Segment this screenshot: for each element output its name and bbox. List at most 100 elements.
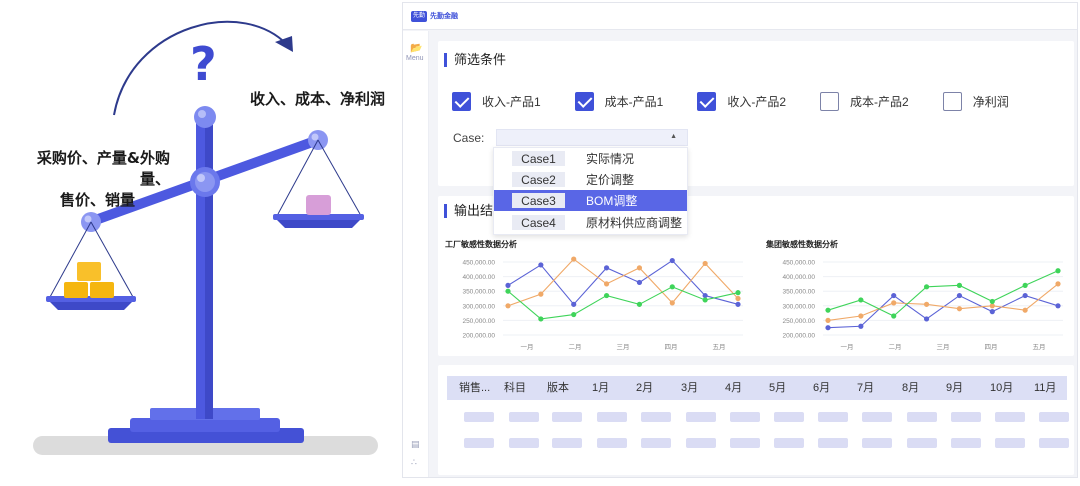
- table-cell-placeholder: [995, 412, 1025, 422]
- data-point: [989, 298, 995, 305]
- dropdown-option-case4[interactable]: Case4 原材料供应商调整: [494, 212, 687, 233]
- table-cell-placeholder: [686, 438, 716, 448]
- checkbox-checked-icon[interactable]: [574, 91, 594, 111]
- checkbox-revenue-product1[interactable]: 收入-产品1: [452, 91, 541, 111]
- column-header[interactable]: 8月: [902, 376, 919, 400]
- hierarchy-icon[interactable]: ∴: [411, 457, 417, 468]
- data-point: [891, 300, 897, 306]
- data-point: [825, 307, 831, 313]
- x-tick-label: 三月: [937, 343, 950, 351]
- sidebar: 📂 Menu ▤ ∴: [403, 31, 429, 477]
- y-tick-label: 250,000.00: [462, 318, 495, 325]
- table-cell-placeholder: [818, 438, 848, 448]
- data-point: [858, 297, 864, 303]
- data-point: [636, 265, 643, 271]
- data-point: [669, 257, 675, 264]
- option-code: Case3: [512, 193, 565, 208]
- dropdown-option-case3[interactable]: Case3 BOM调整: [494, 190, 687, 211]
- column-header[interactable]: 版本: [547, 376, 569, 400]
- data-point: [1055, 281, 1061, 287]
- data-point: [571, 311, 577, 318]
- data-point: [538, 316, 544, 322]
- table-cell-placeholder: [597, 438, 627, 448]
- checkbox-revenue-product2[interactable]: 收入-产品2: [697, 91, 786, 111]
- option-name: 原材料供应商调整: [586, 216, 683, 230]
- table-cell-placeholder: [862, 438, 892, 448]
- y-tick-label: 300,000.00: [782, 303, 815, 310]
- chart-title-group: 集团敏感性数据分析: [766, 240, 838, 249]
- table-cell-placeholder: [951, 412, 981, 422]
- table-cell-placeholder: [641, 412, 671, 422]
- data-point: [636, 279, 643, 286]
- option-code: Case4: [512, 215, 565, 230]
- column-header[interactable]: 4月: [725, 376, 742, 400]
- input-variables-line2: 售价、销量: [59, 191, 135, 209]
- checkbox-cost-product1[interactable]: 成本-产品1: [574, 91, 663, 111]
- data-point: [956, 282, 963, 288]
- folder-icon[interactable]: 📂: [410, 43, 422, 54]
- checkbox-cost-product2[interactable]: 成本-产品2: [820, 91, 909, 111]
- table-cell-placeholder: [509, 412, 539, 422]
- case-select[interactable]: ▲: [496, 129, 688, 146]
- data-point: [858, 323, 864, 329]
- data-point: [1055, 303, 1061, 309]
- checkbox-label: 收入-产品1: [482, 94, 541, 109]
- checkbox-label: 成本-产品2: [850, 94, 909, 109]
- x-tick-label: 五月: [1033, 343, 1046, 351]
- data-point: [923, 284, 930, 290]
- data-point: [505, 282, 511, 288]
- checkbox-net-profit[interactable]: 净利润: [942, 91, 1009, 111]
- top-bar: 先勤 先勤金融: [403, 3, 1077, 30]
- chart-factory: 450,000.00 400,000.00 350,000.00 300,000.00…: [462, 256, 743, 351]
- checkbox-checked-icon[interactable]: [697, 91, 717, 111]
- table-cell-placeholder: [818, 412, 848, 422]
- checkbox-label: 收入-产品2: [727, 94, 787, 109]
- y-tick-label: 350,000.00: [462, 289, 495, 296]
- column-header[interactable]: 10月: [990, 376, 1013, 400]
- table-cell-placeholder: [730, 438, 760, 448]
- column-header[interactable]: 5月: [769, 376, 786, 400]
- filter-title: 筛选条件: [444, 53, 506, 67]
- column-header[interactable]: 1月: [592, 376, 609, 400]
- data-point: [538, 291, 544, 297]
- checkbox-checked-icon[interactable]: [452, 91, 471, 111]
- data-point: [1022, 282, 1028, 288]
- document-icon[interactable]: ▤: [411, 439, 420, 450]
- data-point: [603, 265, 610, 271]
- caret-up-icon[interactable]: ▲: [670, 133, 677, 140]
- table-cell-placeholder: [464, 412, 494, 422]
- data-point: [735, 301, 741, 307]
- dropdown-option-case2[interactable]: Case2 定价调整: [494, 169, 687, 190]
- column-header[interactable]: 9月: [946, 376, 963, 400]
- y-tick-label: 400,000.00: [782, 274, 815, 281]
- checkbox-unchecked-icon[interactable]: [942, 91, 962, 111]
- question-mark: ?: [190, 37, 217, 91]
- y-tick-label: 400,000.00: [462, 274, 495, 281]
- data-point: [603, 281, 610, 287]
- column-header[interactable]: 3月: [681, 376, 698, 400]
- column-header[interactable]: 7月: [857, 376, 874, 400]
- option-code: Case1: [512, 151, 565, 166]
- option-code: Case2: [512, 172, 565, 187]
- chart-group: 450,000.00 400,000.00 350,000.00 300,000.00…: [782, 260, 1063, 351]
- column-header[interactable]: 2月: [636, 376, 653, 400]
- dropdown-option-case1[interactable]: Case1 实际情况: [494, 148, 687, 169]
- table-cell-placeholder: [464, 438, 494, 448]
- table-cell-placeholder: [552, 438, 582, 448]
- option-name: 实际情况: [586, 152, 635, 166]
- column-header[interactable]: 6月: [813, 376, 830, 400]
- app-window: 先勤 先勤金融 📂 Menu ▤ ∴ 筛选条件 收入-产品1 成本-产品1 收入…: [402, 2, 1078, 478]
- table-cell-placeholder: [730, 412, 760, 422]
- column-header[interactable]: 科目: [504, 376, 526, 400]
- y-tick-label: 300,000.00: [462, 303, 495, 310]
- checkbox-unchecked-icon[interactable]: [820, 91, 840, 111]
- data-point: [735, 295, 741, 302]
- data-point: [923, 316, 930, 322]
- column-header[interactable]: 销售...: [459, 376, 490, 400]
- table-cell-placeholder: [995, 438, 1025, 448]
- table-cell-placeholder: [552, 412, 582, 422]
- table-cell-placeholder: [774, 412, 804, 422]
- menu-label[interactable]: Menu: [406, 55, 424, 62]
- column-header[interactable]: 11月: [1034, 376, 1056, 400]
- data-point: [636, 301, 643, 307]
